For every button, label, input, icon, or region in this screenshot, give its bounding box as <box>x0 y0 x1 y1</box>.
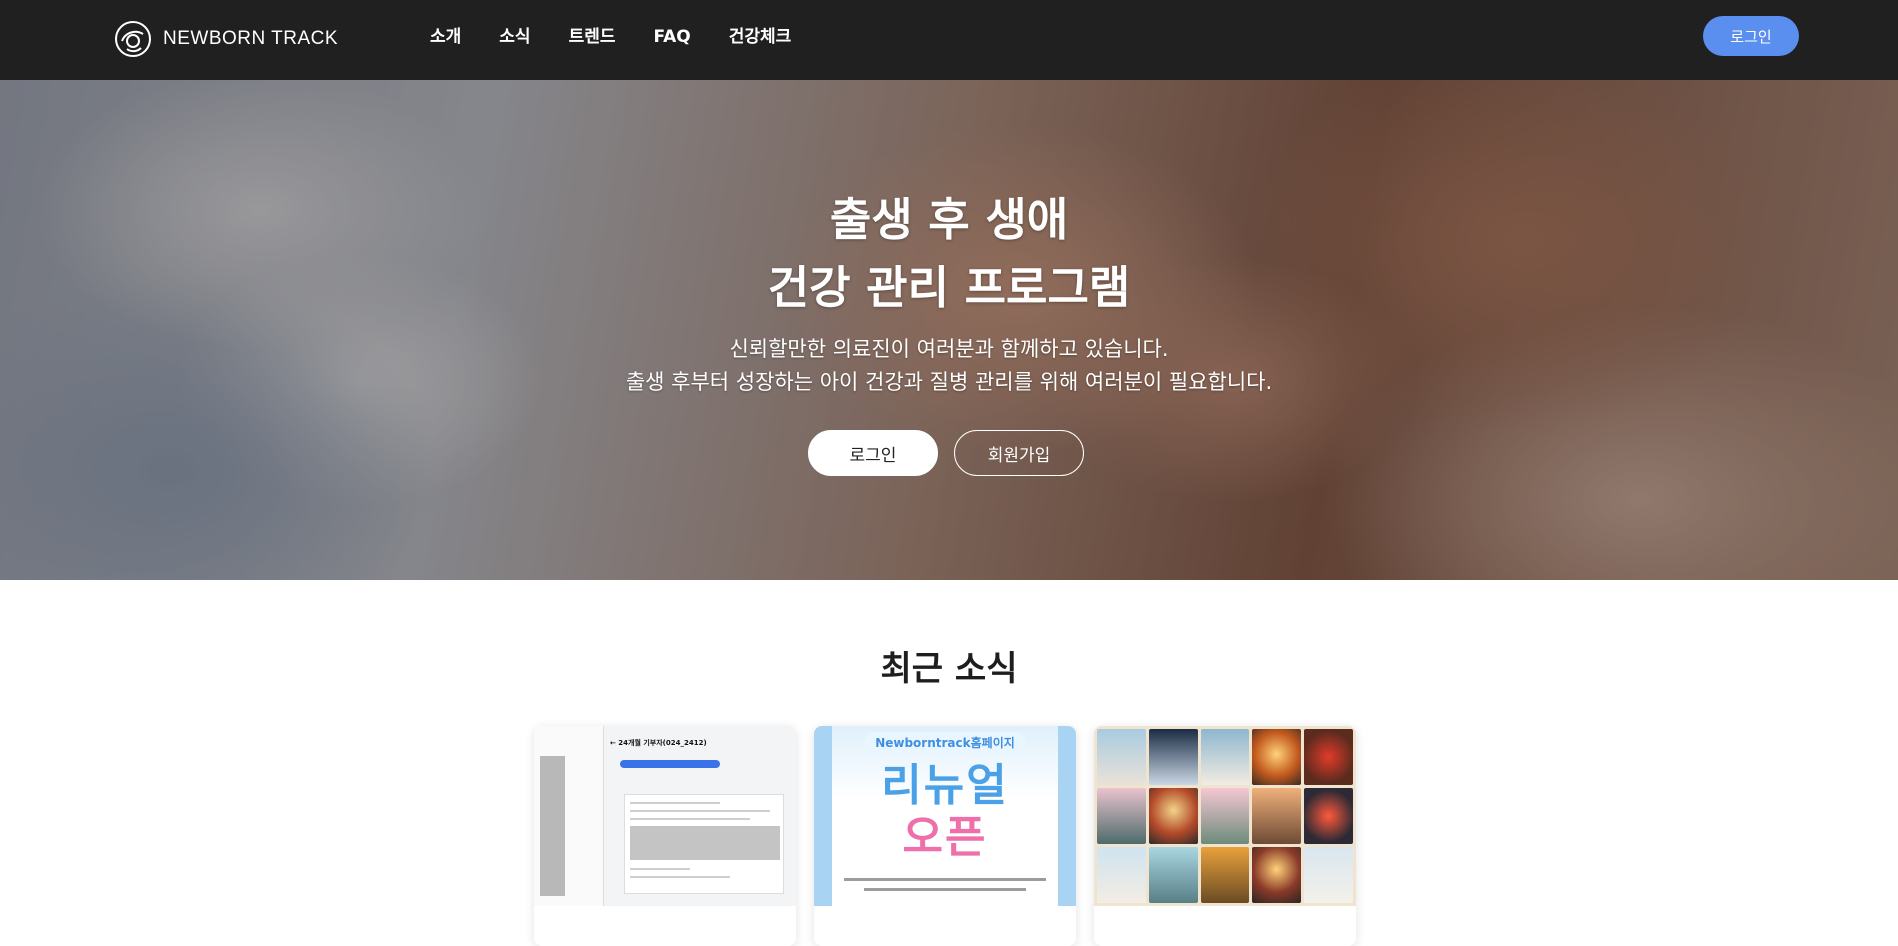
hero-signup-button[interactable]: 회원가입 <box>954 430 1084 476</box>
hero-subtitle-line1: 신뢰할만한 의료진이 여러분과 함께하고 있습니다. <box>729 337 1169 361</box>
thumbnail-caption: ← 24개월 기부자(024_2412) <box>610 739 707 747</box>
nav-login-button[interactable]: 로그인 <box>1703 16 1799 56</box>
main-nav: 소개 소식 트렌드 FAQ 건강체크 <box>430 22 810 52</box>
hero-banner: 출생 후 생애 건강 관리 프로그램 신뢰할만한 의료진이 여러분과 함께하고 … <box>0 80 1898 580</box>
news-card[interactable]: Newborntrack홈페이지 리뉴얼 오픈 <box>814 726 1076 946</box>
nav-item-news[interactable]: 소식 <box>480 22 549 52</box>
news-card[interactable] <box>1094 726 1356 946</box>
news-card-thumbnail: ← 24개월 기부자(024_2412) <box>534 726 796 906</box>
news-card-thumbnail: Newborntrack홈페이지 리뉴얼 오픈 <box>814 726 1076 906</box>
hero-subtitle-line2: 출생 후부터 성장하는 아이 건강과 질병 관리를 위해 여러분이 필요합니다. <box>625 370 1273 394</box>
hero-title-line1: 출생 후 생애 <box>829 193 1069 246</box>
baby-logo-icon <box>115 21 151 57</box>
news-card[interactable]: ← 24개월 기부자(024_2412) <box>534 726 796 946</box>
thumbnail-tag: Newborntrack홈페이지 <box>864 732 1026 754</box>
hero-content: 출생 후 생애 건강 관리 프로그램 신뢰할만한 의료진이 여러분과 함께하고 … <box>0 80 1898 580</box>
brand-logo[interactable]: NEWBORN TRACK <box>113 19 338 59</box>
hero-title-line2: 건강 관리 프로그램 <box>767 261 1131 314</box>
nav-item-trends[interactable]: 트렌드 <box>550 22 635 52</box>
nav-item-faq[interactable]: FAQ <box>634 22 709 52</box>
top-navbar: NEWBORN TRACK 소개 소식 트렌드 FAQ 건강체크 로그인 <box>0 0 1898 80</box>
hero-login-button[interactable]: 로그인 <box>808 430 938 476</box>
nav-item-health-check[interactable]: 건강체크 <box>710 22 811 52</box>
news-card-thumbnail <box>1094 726 1356 906</box>
brand-name: NEWBORN TRACK <box>163 28 339 49</box>
thumbnail-headline-1: 리뉴얼 <box>881 760 1009 811</box>
thumbnail-headline-2: 오픈 <box>902 812 988 863</box>
nav-item-intro[interactable]: 소개 <box>430 22 480 52</box>
recent-news-title: 최근 소식 <box>880 649 1018 689</box>
